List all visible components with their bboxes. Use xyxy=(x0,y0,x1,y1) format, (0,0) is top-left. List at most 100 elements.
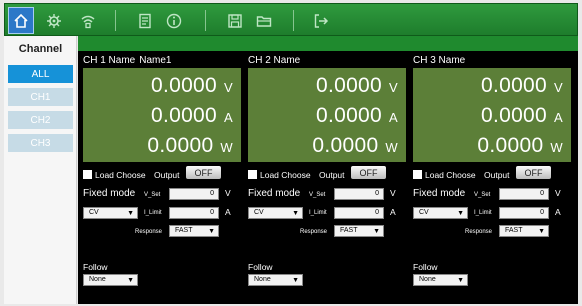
response-label: Response xyxy=(465,229,493,235)
output-label: Output xyxy=(484,170,510,180)
i-limit-input[interactable]: 0 xyxy=(499,207,549,219)
i-unit-label: A xyxy=(555,207,561,217)
document-icon xyxy=(139,13,151,28)
i-limit-label: I_Limit xyxy=(144,210,162,216)
info-icon xyxy=(166,13,182,28)
follow-select[interactable]: None ▼ xyxy=(413,274,468,286)
sidebar-title: Channel xyxy=(18,43,63,55)
measurement-display: 0.0000 V 0.0000 A 0.0000 W xyxy=(413,68,571,162)
channels-panel: CH 1 Name Name1 0.0000 V 0.0000 A 0.0000 W L… xyxy=(78,51,578,304)
current-readout: 0.0000 A xyxy=(480,104,563,127)
v-set-input[interactable]: 0 xyxy=(169,188,219,200)
gear-icon xyxy=(47,13,61,28)
i-limit-input[interactable]: 0 xyxy=(169,207,219,219)
chevron-down-icon: ▼ xyxy=(292,210,299,217)
sidebar-item-ch3[interactable]: CH3 xyxy=(8,134,73,152)
cv-select[interactable]: CV ▼ xyxy=(248,207,303,219)
v-set-input[interactable]: 0 xyxy=(499,188,549,200)
power-readout: 0.0000 W xyxy=(312,134,398,157)
measurement-display: 0.0000 V 0.0000 A 0.0000 W xyxy=(248,68,406,162)
follow-select[interactable]: None ▼ xyxy=(83,274,138,286)
i-limit-input[interactable]: 0 xyxy=(334,207,384,219)
chevron-down-icon: ▼ xyxy=(127,277,134,284)
channel-header: CH 3 Name xyxy=(413,55,466,66)
power-readout: 0.0000 W xyxy=(477,134,563,157)
network-button[interactable] xyxy=(75,7,101,34)
cv-select[interactable]: CV ▼ xyxy=(413,207,468,219)
channel-header: CH 1 Name Name1 xyxy=(83,55,172,66)
open-button[interactable] xyxy=(251,7,277,34)
home-button[interactable] xyxy=(8,7,34,34)
load-choose-label: Load Choose xyxy=(95,170,146,180)
v-set-label: V_Set xyxy=(474,192,491,198)
header-strip xyxy=(78,36,578,51)
sidebar-item-ch1[interactable]: CH1 xyxy=(8,88,73,106)
v-set-label: V_Set xyxy=(309,192,326,198)
chevron-down-icon: ▼ xyxy=(208,228,215,235)
v-unit-label: V xyxy=(225,188,231,198)
response-select[interactable]: FAST ▼ xyxy=(499,225,549,237)
app-window: Channel ALL CH1 CH2 CH3 CH 1 Name Name1 0… xyxy=(0,0,582,306)
network-icon xyxy=(81,15,95,28)
chevron-down-icon: ▼ xyxy=(373,228,380,235)
save-button[interactable] xyxy=(222,7,248,34)
channel-panel-3: CH 3 Name 0.0000 V 0.0000 A 0.0000 W Load C… xyxy=(408,51,573,304)
channel-panel-2: CH 2 Name 0.0000 V 0.0000 A 0.0000 W Load C… xyxy=(243,51,408,304)
mode-label: Fixed mode xyxy=(248,188,301,199)
cv-select[interactable]: CV ▼ xyxy=(83,207,138,219)
chevron-down-icon: ▼ xyxy=(538,228,545,235)
sidebar-item-all[interactable]: ALL xyxy=(8,65,73,83)
channel-header: CH 2 Name xyxy=(248,55,301,66)
current-readout: 0.0000 A xyxy=(150,104,233,127)
chevron-down-icon: ▼ xyxy=(127,210,134,217)
v-set-label: V_Set xyxy=(144,192,161,198)
voltage-readout: 0.0000 V xyxy=(150,74,233,97)
output-toggle[interactable]: OFF xyxy=(516,166,551,179)
channel-sidebar: Channel ALL CH1 CH2 CH3 xyxy=(4,36,77,304)
follow-label: Follow xyxy=(248,262,273,272)
follow-label: Follow xyxy=(83,262,108,272)
output-toggle[interactable]: OFF xyxy=(186,166,221,179)
output-label: Output xyxy=(154,170,180,180)
voltage-readout: 0.0000 V xyxy=(480,74,563,97)
current-readout: 0.0000 A xyxy=(315,104,398,127)
sidebar-item-ch2[interactable]: CH2 xyxy=(8,111,73,129)
voltage-readout: 0.0000 V xyxy=(315,74,398,97)
chevron-down-icon: ▼ xyxy=(457,277,464,284)
output-label: Output xyxy=(319,170,345,180)
v-unit-label: V xyxy=(390,188,396,198)
load-choose-label: Load Choose xyxy=(425,170,476,180)
exit-icon xyxy=(314,13,329,28)
toolbar-divider xyxy=(115,10,116,31)
home-icon xyxy=(14,13,28,28)
folder-icon xyxy=(256,15,272,27)
toolbar-divider xyxy=(205,10,206,31)
save-as-button[interactable] xyxy=(132,7,158,34)
i-unit-label: A xyxy=(390,207,396,217)
v-set-input[interactable]: 0 xyxy=(334,188,384,200)
follow-select[interactable]: None ▼ xyxy=(248,274,303,286)
load-choose-checkbox[interactable] xyxy=(248,170,257,179)
settings-button[interactable] xyxy=(41,7,67,34)
v-unit-label: V xyxy=(555,188,561,198)
response-label: Response xyxy=(135,229,163,235)
toolbar-divider xyxy=(293,10,294,31)
info-button[interactable] xyxy=(161,7,187,34)
power-readout: 0.0000 W xyxy=(147,134,233,157)
response-select[interactable]: FAST ▼ xyxy=(169,225,219,237)
i-limit-label: I_Limit xyxy=(309,210,327,216)
load-choose-checkbox[interactable] xyxy=(83,170,92,179)
follow-label: Follow xyxy=(413,262,438,272)
toolbar xyxy=(4,3,578,36)
response-label: Response xyxy=(300,229,328,235)
response-select[interactable]: FAST ▼ xyxy=(334,225,384,237)
measurement-display: 0.0000 V 0.0000 A 0.0000 W xyxy=(83,68,241,162)
i-limit-label: I_Limit xyxy=(474,210,492,216)
chevron-down-icon: ▼ xyxy=(457,210,464,217)
chevron-down-icon: ▼ xyxy=(292,277,299,284)
save-icon xyxy=(228,13,242,28)
load-choose-checkbox[interactable] xyxy=(413,170,422,179)
exit-button[interactable] xyxy=(308,7,334,34)
output-toggle[interactable]: OFF xyxy=(351,166,386,179)
channel-panel-1: CH 1 Name Name1 0.0000 V 0.0000 A 0.0000 W L… xyxy=(78,51,243,304)
